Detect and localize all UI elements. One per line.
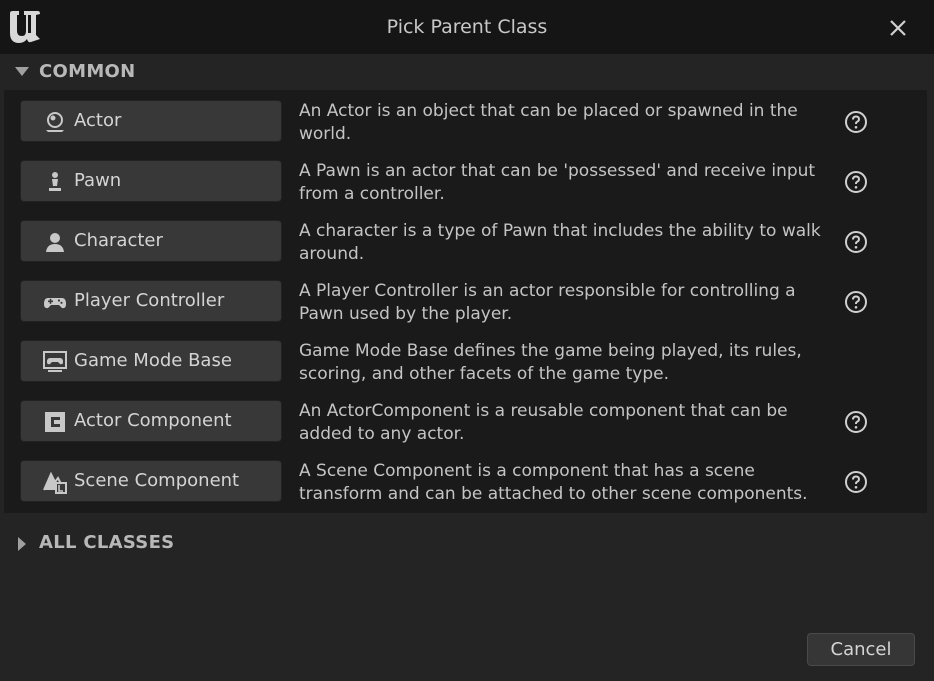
button-label: Player Controller: [74, 290, 225, 311]
actor-button[interactable]: Actor: [20, 100, 282, 142]
help-icon[interactable]: [844, 410, 868, 434]
help-icon[interactable]: [844, 230, 868, 254]
pawn-button[interactable]: Pawn: [20, 160, 282, 202]
cancel-button[interactable]: Cancel: [807, 633, 915, 666]
character-button[interactable]: Character: [20, 220, 282, 262]
game-mode-icon: [43, 351, 67, 372]
button-label: Pawn: [74, 170, 122, 191]
button-label: Actor: [74, 110, 122, 131]
character-icon: [46, 233, 64, 252]
player-controller-button[interactable]: Player Controller: [20, 280, 282, 322]
button-label: Character: [74, 230, 163, 251]
class-row-pawn: Pawn A Pawn is an actor that can be 'pos…: [4, 150, 927, 210]
actor-component-button[interactable]: Actor Component: [20, 400, 282, 442]
class-row-game-mode-base: Game Mode Base Game Mode Base defines th…: [4, 330, 927, 390]
scene-component-button[interactable]: Scene Component: [20, 460, 282, 502]
class-description: An ActorComponent is a reusable componen…: [299, 401, 788, 444]
class-row-character: Character A character is a type of Pawn …: [4, 210, 927, 270]
help-icon[interactable]: [844, 170, 868, 194]
class-row-actor-component: Actor Component An ActorComponent is a r…: [4, 390, 927, 450]
class-description: A Player Controller is an actor responsi…: [299, 281, 796, 324]
help-icon[interactable]: [844, 470, 868, 494]
section-label: ALL CLASSES: [39, 532, 175, 553]
game-mode-base-button[interactable]: Game Mode Base: [20, 340, 282, 382]
gamepad-icon: [44, 298, 66, 309]
class-description: Game Mode Base defines the game being pl…: [299, 341, 802, 384]
class-row-scene-component: Scene Component A Scene Component is a c…: [4, 450, 927, 510]
triangle-right-icon: [18, 537, 26, 551]
class-row-actor: Actor An Actor is an object that can be …: [4, 90, 927, 150]
button-label: Actor Component: [74, 410, 232, 431]
class-description: An Actor is an object that can be placed…: [299, 101, 798, 144]
class-description: A Pawn is an actor that can be 'possesse…: [299, 161, 816, 204]
button-label: Scene Component: [74, 470, 240, 491]
triangle-down-icon: [15, 67, 29, 76]
scene-component-icon: [43, 471, 67, 494]
class-description: A character is a type of Pawn that inclu…: [299, 221, 821, 264]
section-label: COMMON: [39, 61, 136, 82]
class-description: A Scene Component is a component that ha…: [299, 461, 808, 504]
window-title: Pick Parent Class: [386, 16, 548, 38]
close-icon[interactable]: [886, 16, 910, 40]
title-bar: Pick Parent Class: [0, 0, 934, 54]
actor-icon: [46, 112, 64, 132]
common-classes-panel: Actor An Actor is an object that can be …: [4, 90, 927, 513]
help-icon[interactable]: [844, 110, 868, 134]
button-label: Game Mode Base: [74, 350, 232, 371]
actor-component-icon: [45, 412, 65, 432]
pawn-icon: [49, 172, 61, 191]
class-row-player-controller: Player Controller A Player Controller is…: [4, 270, 927, 330]
help-icon[interactable]: [844, 290, 868, 314]
